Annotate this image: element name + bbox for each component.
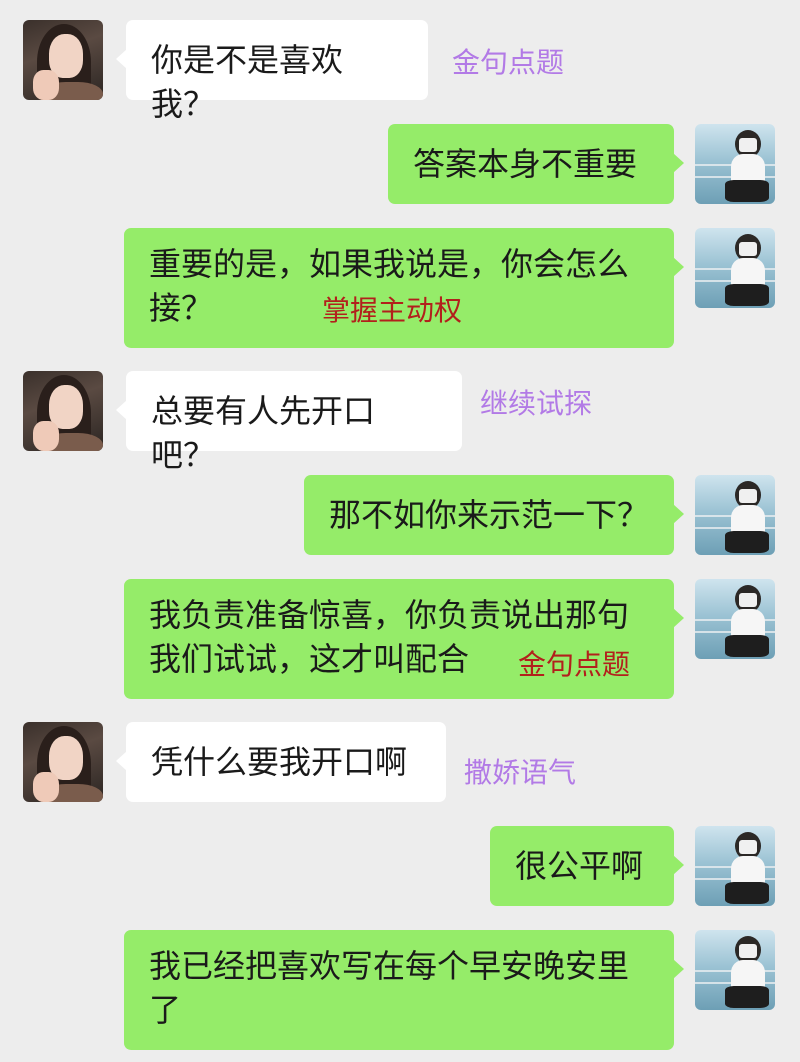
message-text: 那不如你来示范一下？ — [329, 496, 650, 534]
message-bubble-sent[interactable]: 很公平啊 — [490, 826, 684, 906]
avatar-self[interactable] — [695, 826, 775, 906]
avatar-self[interactable] — [695, 228, 775, 308]
avatar-contact[interactable] — [23, 371, 103, 451]
message-text-line: 我已经把喜欢写在每个早安晚安里 — [149, 947, 630, 985]
avatar-contact[interactable] — [23, 722, 103, 802]
message-bubble-received[interactable]: 你是不是喜欢我？ — [116, 20, 428, 123]
annotation-label: 掌握主动权 — [322, 294, 463, 327]
message-text: 答案本身不重要 — [413, 145, 638, 183]
annotation-label: 继续试探 — [480, 387, 593, 420]
avatar-self[interactable] — [695, 930, 775, 1010]
avatar-self[interactable] — [695, 579, 775, 659]
annotation-label: 金句点题 — [452, 46, 565, 79]
message-text: 总要有人先开口吧？ — [151, 392, 376, 474]
message-bubble-sent[interactable]: 那不如你来示范一下？ — [304, 475, 684, 555]
message-bubble-received[interactable]: 凭什么要我开口啊 — [116, 722, 446, 802]
message-bubble-sent[interactable]: 答案本身不重要 — [388, 124, 684, 204]
message-text: 很公平啊 — [515, 847, 644, 885]
message-text-line: 重要的是，如果我说是，你会怎么 — [149, 245, 630, 283]
message-text: 凭什么要我开口啊 — [151, 743, 408, 781]
avatar-self[interactable] — [695, 475, 775, 555]
message-bubble-sent[interactable]: 重要的是，如果我说是，你会怎么 接？ — [124, 228, 684, 348]
message-bubble-received[interactable]: 总要有人先开口吧？ — [116, 371, 462, 474]
annotation-label: 撒娇语气 — [464, 756, 577, 789]
annotation-label: 金句点题 — [518, 648, 631, 681]
message-text: 你是不是喜欢我？ — [151, 41, 344, 123]
message-text-line: 了 — [149, 991, 182, 1029]
avatar-contact[interactable] — [23, 20, 103, 100]
avatar-self[interactable] — [695, 124, 775, 204]
message-text-line: 我负责准备惊喜，你负责说出那句 — [149, 596, 630, 634]
message-bubble-sent[interactable]: 我已经把喜欢写在每个早安晚安里 了 — [124, 930, 684, 1050]
